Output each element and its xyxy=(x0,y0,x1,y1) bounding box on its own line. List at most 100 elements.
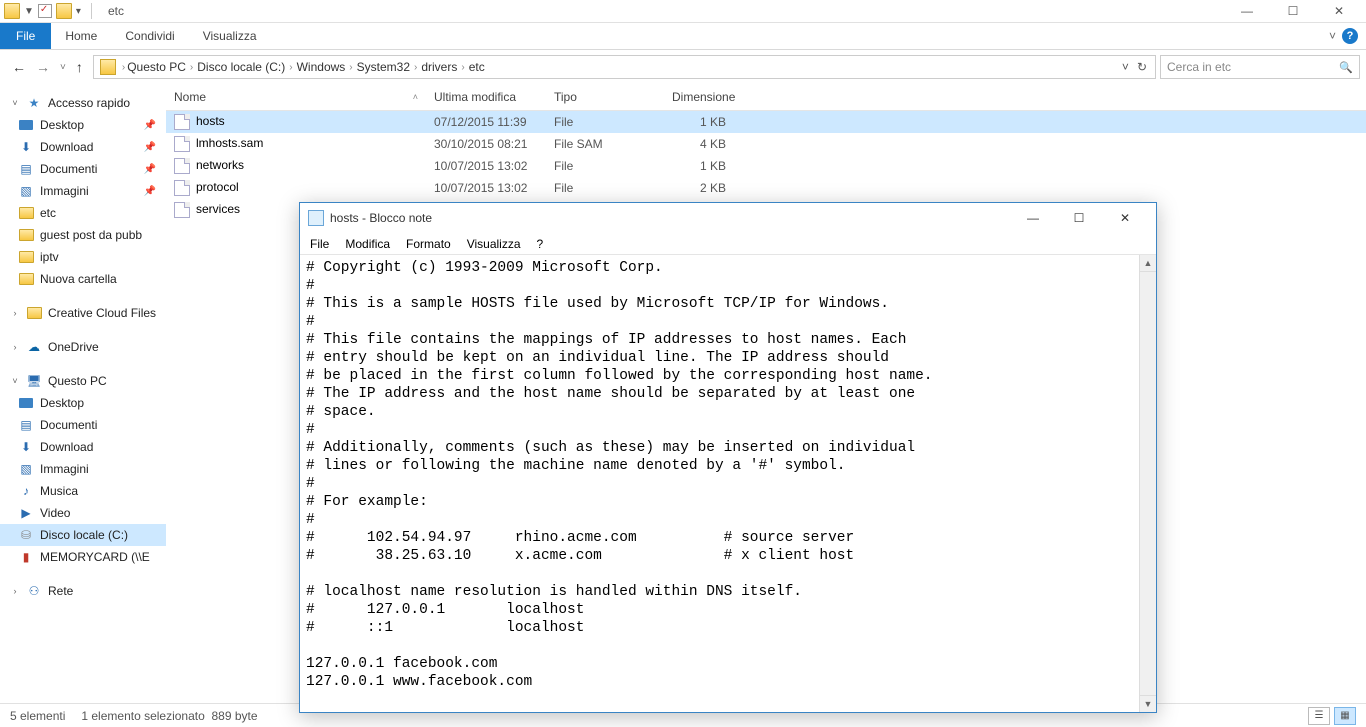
notepad-close-button[interactable]: ✕ xyxy=(1102,204,1148,232)
expand-icon[interactable]: › xyxy=(10,308,20,318)
notepad-icon xyxy=(308,210,324,226)
column-name[interactable]: Nome˄ xyxy=(166,90,426,104)
sidebar-item[interactable]: ˅🖥Questo PC xyxy=(0,370,166,392)
column-date[interactable]: Ultima modifica xyxy=(426,90,546,104)
sidebar-item[interactable]: ▧Immagini📌 xyxy=(0,180,166,202)
qat-dropdown-icon[interactable]: ▼ xyxy=(24,6,34,17)
ribbon-tab-home[interactable]: Home xyxy=(51,23,111,49)
expand-icon[interactable]: › xyxy=(10,586,20,596)
sidebar-item[interactable]: ▤Documenti📌 xyxy=(0,158,166,180)
minimize-button[interactable]: — xyxy=(1224,0,1270,23)
sidebar-item[interactable]: ▮MEMORYCARD (\\E xyxy=(0,546,166,568)
notepad-maximize-button[interactable]: ☐ xyxy=(1056,204,1102,232)
breadcrumb-segment[interactable]: Questo PC xyxy=(127,60,186,74)
sidebar-item[interactable]: etc xyxy=(0,202,166,224)
chevron-right-icon[interactable]: › xyxy=(349,62,352,73)
notepad-minimize-button[interactable]: — xyxy=(1010,204,1056,232)
maximize-button[interactable]: ☐ xyxy=(1270,0,1316,23)
file-name-cell: protocol xyxy=(166,180,426,196)
status-selection: 1 elemento selezionato 889 byte xyxy=(81,709,257,723)
view-details-button[interactable]: ☰ xyxy=(1308,707,1330,725)
notepad-menu-item[interactable]: Visualizza xyxy=(467,237,521,251)
column-size[interactable]: Dimensione xyxy=(664,90,734,104)
ribbon-tab-view[interactable]: Visualizza xyxy=(189,23,271,49)
qat-customize-icon[interactable]: ▾ xyxy=(76,6,81,17)
sidebar-item[interactable]: ›☁OneDrive xyxy=(0,336,166,358)
sidebar-item[interactable]: ⬇Download📌 xyxy=(0,136,166,158)
expand-icon[interactable]: ˅ xyxy=(10,376,20,386)
sidebar-item-label: Download xyxy=(40,440,93,454)
breadcrumb-segment[interactable]: drivers xyxy=(421,60,457,74)
notepad-scrollbar[interactable]: ▲ ▼ xyxy=(1139,255,1156,712)
expand-icon[interactable]: ˅ xyxy=(10,98,20,108)
sidebar-item[interactable]: Desktop 📌 xyxy=(0,114,166,136)
nav-up-button[interactable]: ↑ xyxy=(76,59,83,75)
ribbon-expand-icon[interactable]: ˅ xyxy=(1329,29,1336,43)
notepad-window[interactable]: hosts - Blocco note — ☐ ✕ File Modifica Fo… xyxy=(299,202,1157,713)
scroll-down-icon[interactable]: ▼ xyxy=(1140,695,1156,712)
notepad-menu-item[interactable]: Formato xyxy=(406,237,451,251)
breadcrumb-segment[interactable]: System32 xyxy=(357,60,410,74)
chevron-right-icon[interactable]: › xyxy=(190,62,193,73)
breadcrumb: Questo PC›Disco locale (C:)›Windows›Syst… xyxy=(127,60,1114,74)
sidebar-item[interactable]: ♪Musica xyxy=(0,480,166,502)
file-size-cell: 1 KB xyxy=(664,115,734,129)
chevron-right-icon[interactable]: › xyxy=(122,62,125,73)
close-button[interactable]: ✕ xyxy=(1316,0,1362,23)
chevron-right-icon[interactable]: › xyxy=(414,62,417,73)
notepad-menu: File Modifica Formato Visualizza? xyxy=(300,233,1156,255)
sidebar-item[interactable]: ▶Video xyxy=(0,502,166,524)
nav-forward-button[interactable]: → xyxy=(36,59,50,75)
file-row[interactable]: hosts07/12/2015 11:39File1 KB xyxy=(166,111,1366,133)
dl-icon: ⬇ xyxy=(18,439,34,455)
search-input[interactable]: Cerca in etc 🔍 xyxy=(1160,55,1360,79)
pin-icon: 📌 xyxy=(144,186,156,197)
notepad-menu-item[interactable]: Modifica xyxy=(345,237,390,251)
sidebar-item[interactable]: Nuova cartella xyxy=(0,268,166,290)
ribbon-file-tab[interactable]: File xyxy=(0,23,51,49)
sidebar-item[interactable]: ▧Immagini xyxy=(0,458,166,480)
notepad-menu-item[interactable]: ? xyxy=(537,237,544,251)
pin-icon: 📌 xyxy=(144,120,156,131)
notepad-titlebar[interactable]: hosts - Blocco note — ☐ ✕ xyxy=(300,203,1156,233)
sidebar-item[interactable]: ▤Documenti xyxy=(0,414,166,436)
sidebar-item[interactable]: guest post da pubb xyxy=(0,224,166,246)
nav-back-button[interactable]: ← xyxy=(12,59,26,75)
view-icons-button[interactable]: ▦ xyxy=(1334,707,1356,725)
breadcrumb-segment[interactable]: etc xyxy=(469,60,485,74)
refresh-icon[interactable]: ↻ xyxy=(1137,60,1147,74)
sidebar-item[interactable]: iptv xyxy=(0,246,166,268)
notepad-title: hosts - Blocco note xyxy=(330,211,432,225)
sidebar-item[interactable]: ›⚇Rete xyxy=(0,580,166,602)
sidebar-item-label: Musica xyxy=(40,484,78,498)
chevron-right-icon[interactable]: › xyxy=(461,62,464,73)
nav-history-dropdown[interactable]: ˅ xyxy=(60,62,66,73)
file-type-cell: File xyxy=(546,181,664,195)
sidebar-item[interactable]: ⬇ Download xyxy=(0,436,166,458)
qat-newfolder-icon[interactable] xyxy=(56,3,72,19)
folder-icon xyxy=(18,271,34,287)
sidebar-item-label: Rete xyxy=(48,584,73,598)
sidebar-item-label: Desktop xyxy=(40,118,84,132)
breadcrumb-segment[interactable]: Windows xyxy=(297,60,346,74)
column-type[interactable]: Tipo xyxy=(546,90,664,104)
file-row[interactable]: protocol10/07/2015 13:02File2 KB xyxy=(166,177,1366,199)
breadcrumb-segment[interactable]: Disco locale (C:) xyxy=(197,60,285,74)
qat-properties-icon[interactable] xyxy=(38,4,52,18)
file-row[interactable]: networks10/07/2015 13:02File1 KB xyxy=(166,155,1366,177)
scroll-up-icon[interactable]: ▲ xyxy=(1140,255,1156,272)
file-type-cell: File SAM xyxy=(546,137,664,151)
sidebar-item[interactable]: ⛁Disco locale (C:) xyxy=(0,524,166,546)
address-dropdown-icon[interactable]: ˅ xyxy=(1122,60,1129,74)
ribbon-tab-share[interactable]: Condividi xyxy=(111,23,188,49)
file-row[interactable]: lmhosts.sam30/10/2015 08:21File SAM4 KB xyxy=(166,133,1366,155)
sidebar-item[interactable]: ›Creative Cloud Files xyxy=(0,302,166,324)
notepad-menu-item[interactable]: File xyxy=(310,237,329,251)
sidebar-item[interactable]: Desktop xyxy=(0,392,166,414)
notepad-content[interactable]: # Copyright (c) 1993-2009 Microsoft Corp… xyxy=(300,255,1139,712)
help-icon[interactable]: ? xyxy=(1342,28,1358,44)
expand-icon[interactable]: › xyxy=(10,342,20,352)
sidebar-item[interactable]: ˅★Accesso rapido xyxy=(0,92,166,114)
chevron-right-icon[interactable]: › xyxy=(289,62,292,73)
address-bar[interactable]: › Questo PC›Disco locale (C:)›Windows›Sy… xyxy=(93,55,1156,79)
